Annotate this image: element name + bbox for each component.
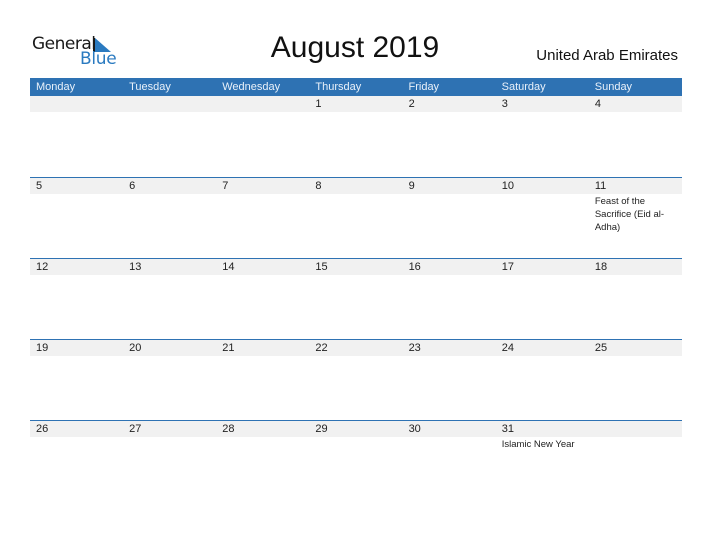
week-row: 26 27 28 29 30 31 Islamic New Year — [30, 420, 682, 501]
day-cell: 3 — [496, 96, 589, 177]
day-cell: 20 — [123, 339, 216, 420]
day-cell: 26 — [30, 420, 123, 501]
day-number: 17 — [501, 261, 514, 273]
day-cell — [589, 420, 682, 501]
day-number: 16 — [408, 261, 421, 273]
day-number: 1 — [315, 98, 322, 110]
day-number: 15 — [315, 261, 328, 273]
day-cell: 6 — [123, 177, 216, 258]
day-cell: 27 — [123, 420, 216, 501]
day-cell: 21 — [216, 339, 309, 420]
day-cell: 16 — [403, 258, 496, 339]
day-number: 6 — [129, 180, 136, 192]
day-number: 13 — [129, 261, 142, 273]
weekday-wednesday: Wednesday — [222, 81, 281, 93]
day-cell: 9 — [403, 177, 496, 258]
day-number: 10 — [501, 180, 514, 192]
day-number: 18 — [594, 261, 608, 273]
day-cell: 15 — [309, 258, 402, 339]
day-cell: 4 — [589, 96, 682, 177]
day-number: 8 — [315, 180, 322, 192]
day-cell: 11 Feast of the Sacrifice (Eid al-Adha) — [589, 177, 682, 258]
day-cell: 8 — [309, 177, 402, 258]
weekday-thursday: Thursday — [315, 81, 362, 93]
week-row: 5 6 7 8 9 10 11 Feast of the Sacrifice (Eid al-… — [30, 177, 682, 258]
day-cell: 25 — [589, 339, 682, 420]
holiday-event: Islamic New Year — [501, 439, 575, 450]
day-number: 27 — [129, 423, 142, 435]
day-number: 23 — [408, 342, 421, 354]
day-cell: 12 — [30, 258, 123, 339]
day-number: 31 — [501, 423, 514, 435]
day-cell: 2 — [403, 96, 496, 177]
day-number: 19 — [36, 342, 49, 354]
weekday-saturday: Saturday — [501, 81, 546, 93]
weekday-friday: Friday — [408, 81, 440, 93]
day-number: 26 — [36, 423, 49, 435]
weekday-monday: Monday — [36, 81, 76, 93]
day-cell: 1 — [309, 96, 402, 177]
day-cell: 13 — [123, 258, 216, 339]
day-cell — [30, 96, 123, 177]
day-cell: 5 — [30, 177, 123, 258]
day-number: 5 — [36, 180, 43, 192]
day-number: 30 — [408, 423, 421, 435]
day-cell: 31 Islamic New Year — [496, 420, 589, 501]
day-cell: 22 — [309, 339, 402, 420]
day-cell — [123, 96, 216, 177]
week-row: 1 2 3 4 — [30, 96, 682, 177]
weekday-sunday: Sunday — [594, 81, 633, 93]
day-number: 29 — [315, 423, 328, 435]
day-cell: 7 — [216, 177, 309, 258]
day-number: 28 — [222, 423, 235, 435]
day-cell: 30 — [403, 420, 496, 501]
day-number: 14 — [222, 261, 235, 273]
day-cell: 29 — [309, 420, 402, 501]
day-cell: 14 — [216, 258, 309, 339]
day-number: 24 — [501, 342, 514, 354]
weekday-tuesday: Tuesday — [129, 81, 171, 93]
day-cell: 23 — [403, 339, 496, 420]
calendar-grid: Monday Tuesday Wednesday Thursday Friday… — [30, 78, 682, 450]
day-cell — [216, 96, 309, 177]
day-number: 3 — [501, 98, 508, 110]
day-number: 11 — [594, 180, 607, 192]
day-cell: 28 — [216, 420, 309, 501]
day-cell: 19 — [30, 339, 123, 420]
country-label: United Arab Emirates — [536, 47, 678, 64]
day-cell: 24 — [496, 339, 589, 420]
day-cell: 17 — [496, 258, 589, 339]
weekday-header: Monday Tuesday Wednesday Thursday Friday… — [30, 78, 682, 96]
day-number: 7 — [222, 180, 229, 192]
day-number: 25 — [594, 342, 608, 354]
day-cell: 18 — [589, 258, 682, 339]
week-row: 19 20 21 22 23 24 25 — [30, 339, 682, 420]
day-number: 21 — [222, 342, 235, 354]
day-number: 20 — [129, 342, 142, 354]
day-cell: 10 — [496, 177, 589, 258]
day-number: 4 — [594, 98, 601, 110]
month-year: August 2019 — [270, 31, 440, 64]
holiday-event: Feast of the Sacrifice (Eid al-Adha) — [594, 196, 665, 233]
day-number: 9 — [408, 180, 415, 192]
day-number: 22 — [315, 342, 328, 354]
day-number: 12 — [36, 261, 49, 273]
day-number: 2 — [408, 98, 415, 110]
week-row: 12 13 14 15 16 17 18 — [30, 258, 682, 339]
